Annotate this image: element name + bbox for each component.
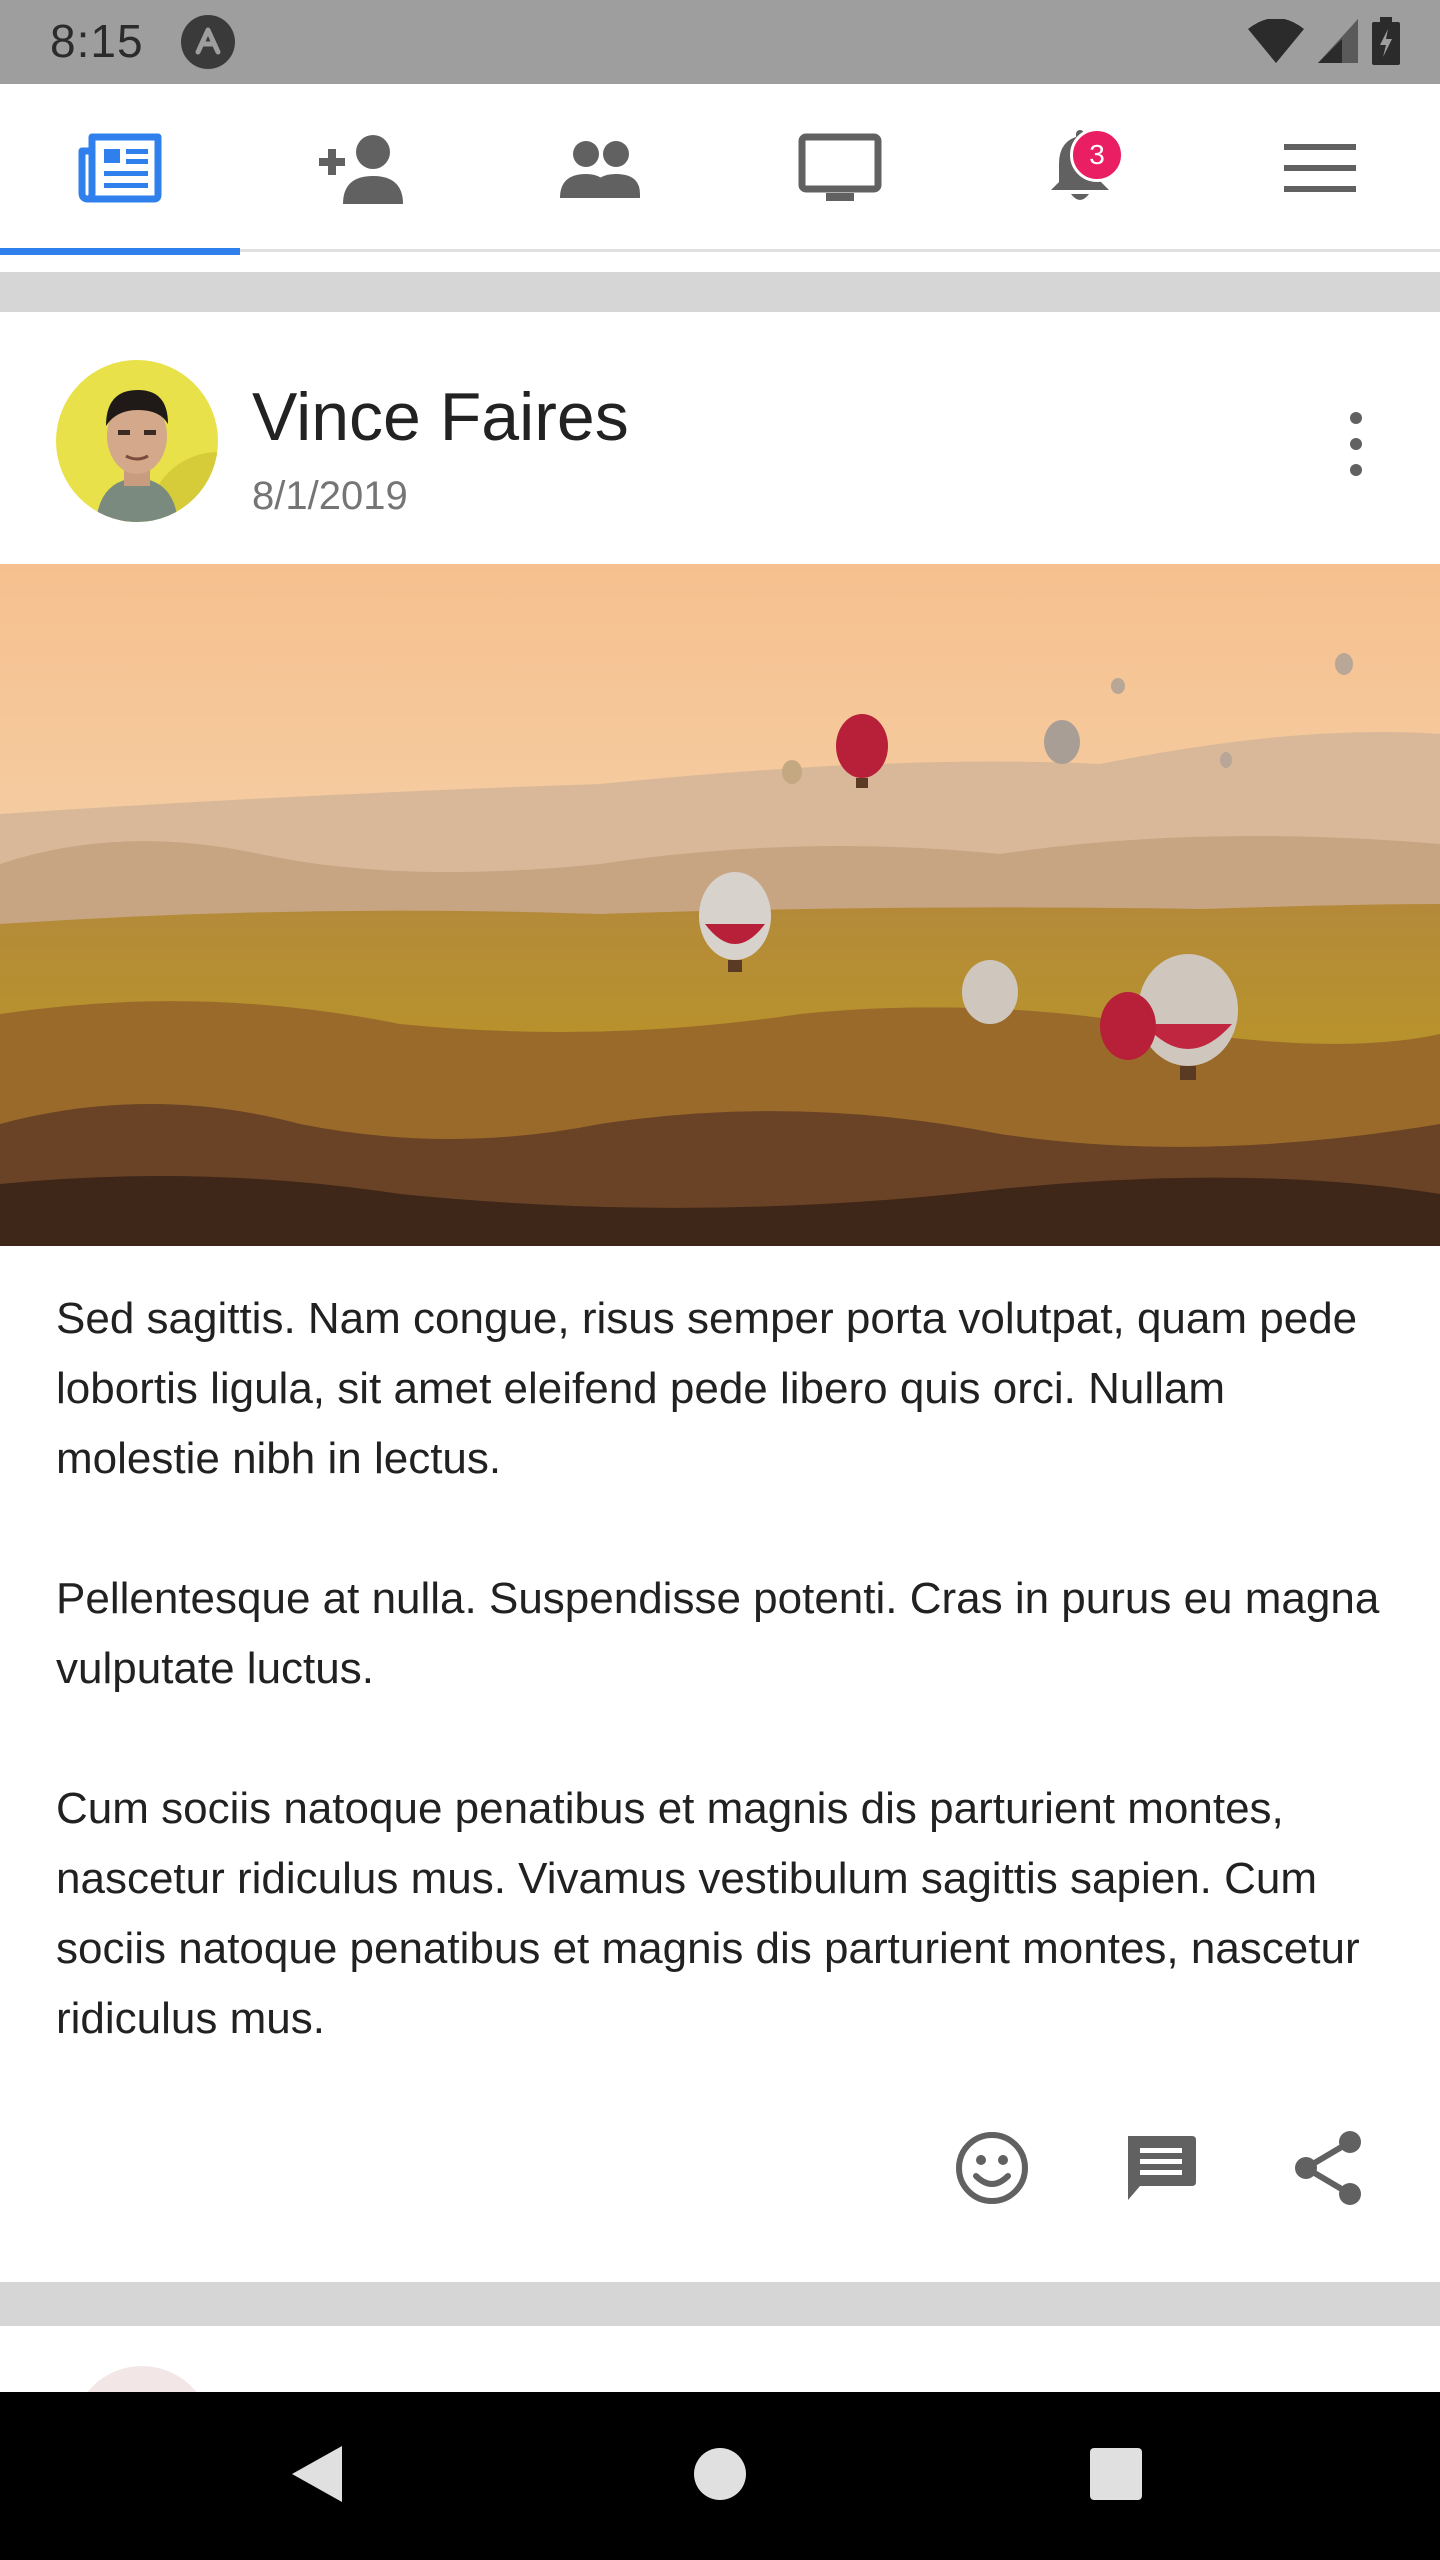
monitor-icon [798,133,882,203]
more-dot [1350,464,1362,476]
more-dot [1350,438,1362,450]
react-button[interactable] [942,2120,1042,2220]
home-icon [692,2446,748,2507]
post-date: 8/1/2019 [252,474,408,518]
back-button[interactable] [266,2426,366,2526]
post-paragraph: Sed sagittis. Nam congue, risus semper p… [56,1294,1358,1483]
newspaper-icon [78,133,162,203]
app-notification-icon [180,14,236,70]
tab-news-feed[interactable] [0,84,240,255]
people-icon [558,138,642,198]
feed-separator [0,2282,1440,2326]
share-icon [1292,2130,1364,2211]
post-paragraph: Pellentesque at nulla. Suspendisse poten… [56,1574,1380,1693]
post-header: Vince Faires 8/1/2019 [0,312,1440,564]
status-time: 8:15 [50,15,144,67]
notification-badge: 3 [1070,128,1124,182]
home-button[interactable] [670,2426,770,2526]
post-actions [0,2120,1440,2220]
feed-separator [0,272,1440,312]
more-dot [1350,412,1362,424]
back-icon [286,2442,346,2511]
next-post-card [0,2326,1440,2506]
author-name[interactable]: Vince Faires [252,378,629,456]
recents-button[interactable] [1066,2426,1166,2526]
share-button[interactable] [1278,2120,1378,2220]
post-paragraph: Cum sociis natoque penatibus et magnis d… [56,1784,1360,2043]
post-image[interactable] [0,564,1440,1246]
tab-add-friend[interactable] [240,84,480,252]
battery-icon [1372,16,1400,70]
avatar[interactable] [56,360,218,522]
comment-button[interactable] [1110,2120,1210,2220]
status-bar: 8:15 [0,0,1440,84]
top-tab-bar: 3 [0,84,1440,255]
tab-menu[interactable] [1200,84,1440,252]
person-add-icon [315,132,405,204]
wifi-icon [1248,17,1304,68]
more-options-button[interactable] [1326,404,1386,484]
comment-icon [1122,2132,1198,2209]
post-body: Sed sagittis. Nam congue, risus semper p… [56,1284,1386,2124]
tab-groups[interactable] [480,84,720,252]
system-nav-bar [0,2392,1440,2560]
hamburger-icon [1284,144,1356,192]
tab-watch[interactable] [720,84,960,252]
cell-signal-icon [1318,18,1358,68]
emoji-icon [954,2130,1030,2211]
recents-icon [1088,2446,1144,2507]
